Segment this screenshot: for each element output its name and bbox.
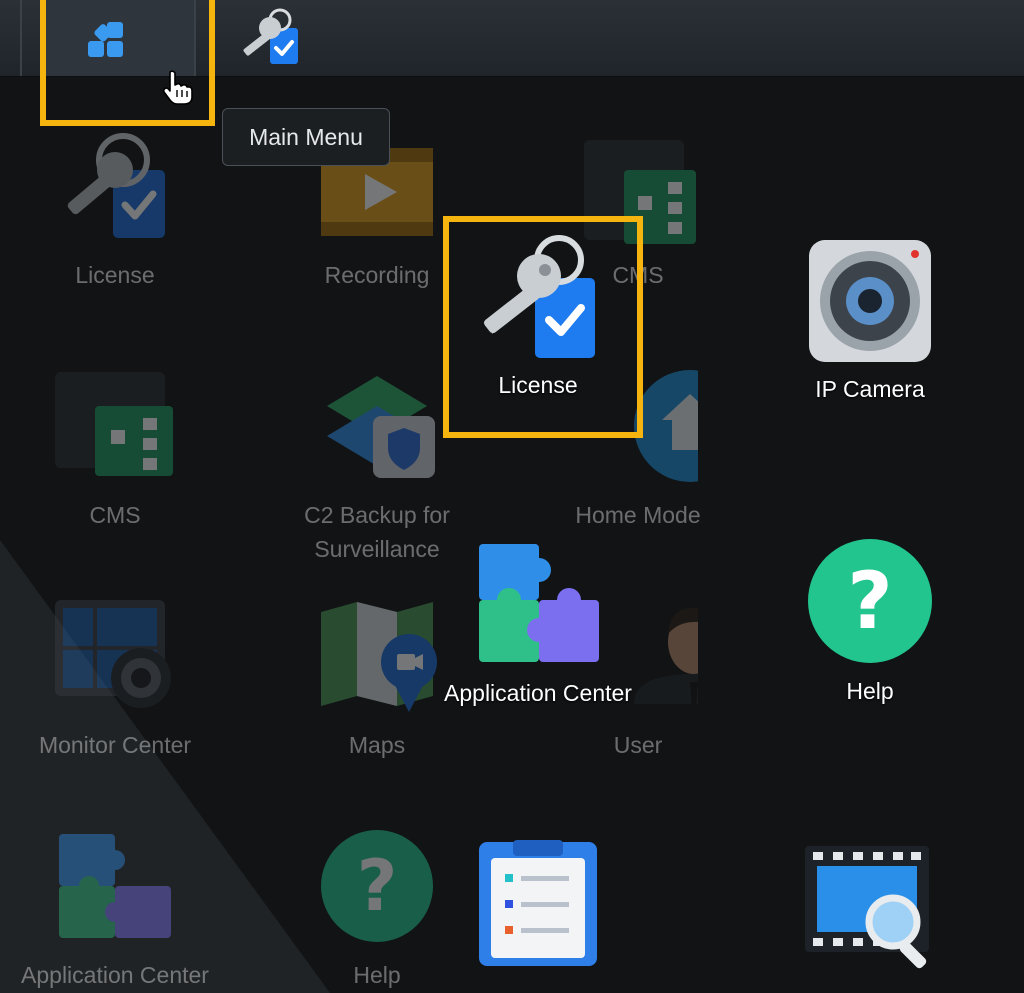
- menu-item-label: IP Camera: [815, 376, 925, 402]
- menu-item-application-center[interactable]: Application Center: [408, 540, 668, 708]
- menu-item-video-search[interactable]: [740, 842, 1000, 972]
- log-list-icon: [473, 838, 603, 968]
- puzzle-icon: [55, 830, 175, 950]
- taskbar-separator: [20, 0, 22, 76]
- monitor-center-icon: [55, 600, 175, 720]
- desktop-shortcut-label: Home Mode: [575, 502, 701, 528]
- desktop-shortcut-application-center[interactable]: Application Center: [0, 830, 230, 992]
- help-icon: ?: [805, 538, 935, 668]
- desktop-shortcut-label: User: [613, 732, 663, 758]
- desktop-shortcut-label: Monitor Center: [38, 732, 192, 758]
- puzzle-icon: [473, 540, 603, 670]
- desktop-shortcut-label: CMS: [89, 502, 141, 528]
- grid-icon: [88, 22, 123, 57]
- menu-item-help[interactable]: ? Help: [740, 538, 1000, 706]
- taskbar-separator: [194, 0, 196, 76]
- video-search-icon: [805, 842, 935, 972]
- menu-item-license[interactable]: License: [408, 232, 668, 400]
- hand-cursor-icon: [162, 70, 193, 105]
- desktop-shortcut-label: Application Center: [21, 962, 209, 988]
- desktop-shortcut-license[interactable]: License: [0, 130, 230, 292]
- license-key-icon: [473, 232, 603, 362]
- menu-item-label: Help: [846, 678, 894, 704]
- taskbar-license-button[interactable]: [228, 0, 308, 76]
- desktop-shortcut-monitor-center[interactable]: Monitor Center: [0, 600, 230, 762]
- taskbar: [0, 0, 1024, 77]
- menu-item-label: License: [498, 372, 578, 398]
- menu-item-log-center[interactable]: [408, 838, 668, 968]
- main-menu-tooltip: Main Menu: [222, 108, 390, 166]
- svg-text:?: ?: [847, 557, 892, 647]
- cms-server-icon: [55, 370, 175, 490]
- main-menu-button[interactable]: [44, 0, 194, 76]
- menu-item-label: Application Center: [444, 680, 632, 706]
- license-key-icon: [243, 8, 298, 64]
- menu-item-ip-camera[interactable]: IP Camera: [740, 236, 1000, 404]
- ip-camera-icon: [805, 236, 935, 366]
- svg-text:?: ?: [357, 845, 398, 927]
- desktop-shortcut-label: License: [75, 262, 155, 288]
- desktop-shortcut-label: Maps: [348, 732, 406, 758]
- desktop-shortcut-cms-2[interactable]: CMS: [0, 370, 230, 532]
- license-key-icon: [55, 130, 175, 250]
